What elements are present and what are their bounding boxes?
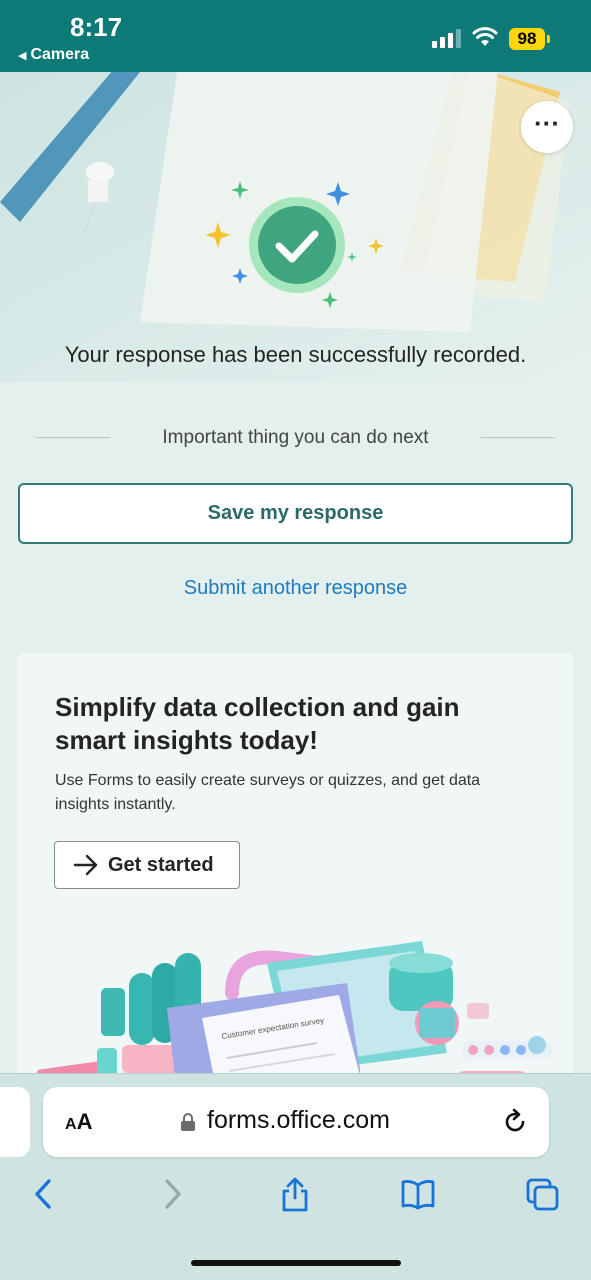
forms-promo-card: Simplify data collection and gain smart …: [17, 653, 573, 1093]
success-message: Your response has been successfully reco…: [64, 342, 527, 367]
promo-title: Simplify data collection and gain smart …: [55, 692, 460, 755]
back-app-label: Camera: [30, 46, 90, 63]
more-options-button[interactable]: ···: [521, 101, 573, 153]
checkmark-circle-icon: [249, 197, 345, 293]
status-time: 8:17: [70, 12, 123, 42]
reload-icon[interactable]: [501, 1108, 529, 1136]
book-icon[interactable]: [401, 1176, 435, 1212]
cellular-signal-icon: [432, 28, 462, 48]
battery-nub: [547, 35, 550, 43]
text-size-button[interactable]: AA: [65, 1109, 92, 1135]
home-indicator[interactable]: [191, 1260, 401, 1266]
submit-another-response-link[interactable]: Submit another response: [0, 577, 591, 600]
address-bar[interactable]: AA forms.office.com: [43, 1087, 549, 1157]
next-steps-divider: Important thing you can do next: [36, 424, 555, 454]
text-size-small-a: A: [65, 1116, 77, 1133]
forms-illustration: Customer expectation survey: [36, 941, 552, 1093]
text-size-large-a: A: [76, 1109, 93, 1134]
chevron-left-icon[interactable]: [27, 1176, 61, 1212]
save-response-button[interactable]: Save my response: [18, 483, 573, 544]
arrow-right-icon: [73, 854, 98, 876]
lock-icon: [181, 1113, 195, 1131]
previous-tab-peek[interactable]: [0, 1087, 30, 1157]
promo-description: Use Forms to easily create surveys or qu…: [55, 772, 481, 813]
chevron-right-icon[interactable]: [155, 1176, 189, 1212]
share-icon[interactable]: [278, 1176, 312, 1212]
back-triangle-icon: ◀: [18, 50, 27, 62]
next-steps-label: Important thing you can do next: [162, 427, 429, 448]
get-started-button[interactable]: Get started: [54, 841, 240, 889]
more-horizontal-icon: ···: [534, 108, 560, 138]
divider-line-right: [481, 437, 555, 438]
back-to-app-link[interactable]: ◀ Camera: [18, 46, 89, 64]
wifi-icon: [472, 27, 498, 46]
url-text: forms.office.com: [207, 1106, 390, 1134]
tabs-icon[interactable]: [526, 1176, 560, 1212]
get-started-label: Get started: [108, 854, 214, 876]
battery-icon: 98: [509, 28, 545, 50]
status-bar: 8:17 ◀ Camera 98: [0, 0, 591, 72]
